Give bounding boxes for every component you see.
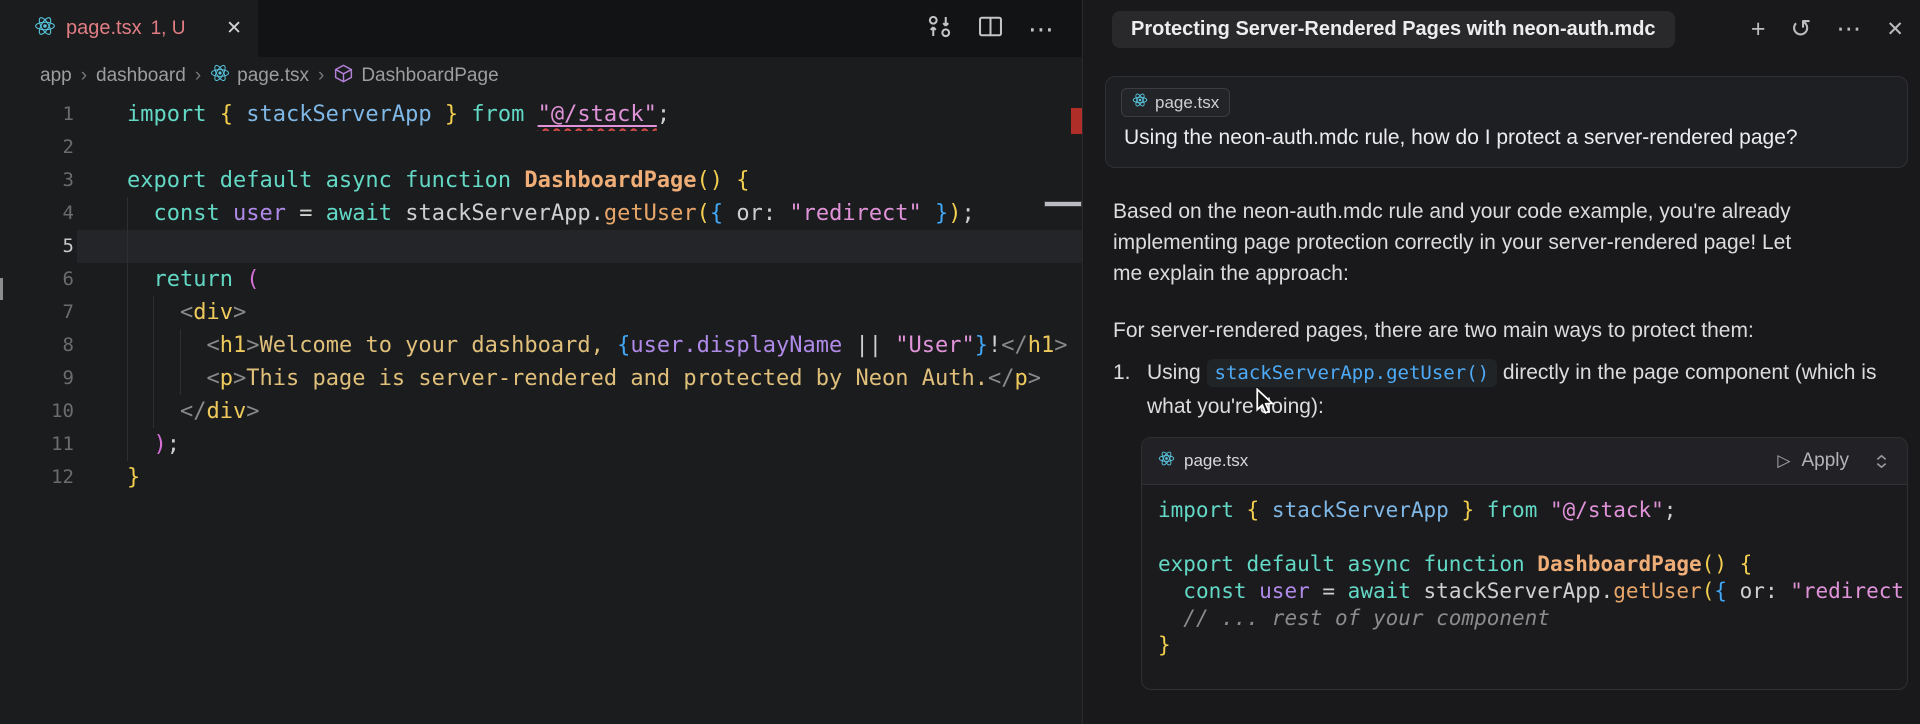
tab-problems-badge: 1, U — [151, 18, 186, 40]
line-number: 7 — [0, 296, 77, 329]
line-number: 12 — [0, 461, 77, 494]
code-line: // ... rest of your component — [1158, 605, 1907, 632]
code-line — [1158, 524, 1907, 551]
code-line[interactable]: 9 <p>This page is server-rendered and pr… — [0, 362, 1082, 395]
user-message-text: Using the neon-auth.mdc rule, how do I p… — [1124, 126, 1907, 150]
assistant-list-item: 1. Using stackServerApp.getUser() direct… — [1113, 356, 1889, 423]
assistant-paragraph: For server-rendered pages, there are two… — [1113, 315, 1754, 346]
code-line[interactable]: 2 — [0, 131, 1082, 164]
code-block-filename: page.tsx — [1184, 451, 1248, 471]
code-line[interactable]: 6 return ( — [0, 263, 1082, 296]
line-number: 4 — [0, 197, 77, 230]
react-icon — [1132, 92, 1148, 113]
code-line[interactable]: 5 — [0, 230, 1082, 263]
code-line[interactable]: 7 <div> — [0, 296, 1082, 329]
react-icon — [34, 15, 56, 42]
breadcrumb-app[interactable]: app — [40, 65, 72, 87]
code-line[interactable]: 10 </div> — [0, 395, 1082, 428]
editor-pane: page.tsx 1, U ✕ ⋯ app › dashboard › — [0, 0, 1082, 724]
more-actions-icon[interactable]: ⋯ — [1028, 16, 1054, 42]
overview-ruler-error-marker — [1071, 108, 1082, 134]
assistant-paragraph: Based on the neon-auth.mdc rule and your… — [1113, 196, 1808, 289]
tab-page-tsx[interactable]: page.tsx 1, U ✕ — [0, 0, 258, 57]
symbol-class-icon — [333, 63, 354, 90]
list-number: 1. — [1113, 356, 1147, 423]
mouse-cursor — [1254, 388, 1278, 421]
new-chat-icon[interactable]: + — [1751, 17, 1766, 42]
chat-code-block: page.tsx ▷ Apply import { stackServerApp… — [1141, 437, 1908, 690]
editor-left-notch — [0, 278, 3, 300]
chat-title[interactable]: Protecting Server-Rendered Pages with ne… — [1112, 11, 1675, 48]
context-file-chip[interactable]: page.tsx — [1121, 88, 1230, 117]
breadcrumb-file[interactable]: page.tsx — [210, 63, 309, 89]
history-icon[interactable]: ↺ — [1790, 17, 1811, 42]
line-number: 11 — [0, 428, 77, 461]
line-number: 9 — [0, 362, 77, 395]
line-number: 5 — [0, 230, 77, 263]
code-line[interactable]: 12} — [0, 461, 1082, 494]
tab-close-icon[interactable]: ✕ — [226, 17, 242, 40]
inline-code: stackServerApp.getUser() — [1207, 359, 1498, 387]
split-editor-icon[interactable] — [977, 13, 1004, 45]
code-line: import { stackServerApp } from "@/stack"… — [1158, 497, 1907, 524]
apply-button[interactable]: Apply — [1801, 450, 1849, 472]
breadcrumb-separator: › — [81, 65, 87, 87]
breadcrumb: app › dashboard › page.tsx › DashboardPa… — [0, 57, 1082, 95]
apply-play-icon[interactable]: ▷ — [1777, 451, 1790, 471]
code-line: export default async function DashboardP… — [1158, 551, 1907, 578]
more-options-icon[interactable]: ⋯ — [1836, 17, 1861, 42]
breadcrumb-separator: › — [318, 65, 324, 87]
code-line: } — [1158, 632, 1907, 659]
close-panel-icon[interactable]: ✕ — [1886, 17, 1904, 42]
code-block-body: import { stackServerApp } from "@/stack"… — [1142, 485, 1907, 659]
breadcrumb-dashboard[interactable]: dashboard — [96, 65, 186, 87]
code-line[interactable]: 8 <h1>Welcome to your dashboard, {user.d… — [0, 329, 1082, 362]
open-changes-icon[interactable] — [926, 13, 953, 45]
overview-ruler-cursor-marker — [1044, 201, 1082, 207]
chat-panel: Protecting Server-Rendered Pages with ne… — [1082, 0, 1920, 724]
chat-header: Protecting Server-Rendered Pages with ne… — [1083, 0, 1920, 58]
expand-collapse-icon[interactable] — [1872, 452, 1891, 471]
line-number: 6 — [0, 263, 77, 296]
line-number: 2 — [0, 131, 77, 164]
tab-label: page.tsx — [66, 17, 142, 40]
code-block-header: page.tsx ▷ Apply — [1142, 438, 1907, 485]
line-number: 10 — [0, 395, 77, 428]
chat-header-icons: + ↺ ⋯ ✕ — [1751, 0, 1904, 58]
user-message-card: page.tsx Using the neon-auth.mdc rule, h… — [1105, 76, 1908, 168]
react-icon — [210, 63, 230, 89]
line-number: 3 — [0, 164, 77, 197]
code-line[interactable]: 11 ); — [0, 428, 1082, 461]
line-number: 1 — [0, 98, 77, 131]
code-editor[interactable]: 1import { stackServerApp } from "@/stack… — [0, 98, 1082, 494]
code-line[interactable]: 4 const user = await stackServerApp.getU… — [0, 197, 1082, 230]
line-number: 8 — [0, 329, 77, 362]
tab-bar: page.tsx 1, U ✕ ⋯ — [0, 0, 1082, 57]
editor-toolbar: ⋯ — [926, 0, 1054, 57]
code-line: const user = await stackServerApp.getUse… — [1158, 578, 1907, 605]
code-line[interactable]: 1import { stackServerApp } from "@/stack… — [0, 98, 1082, 131]
breadcrumb-symbol[interactable]: DashboardPage — [333, 63, 498, 90]
react-icon — [1158, 450, 1175, 472]
code-line[interactable]: 3export default async function Dashboard… — [0, 164, 1082, 197]
breadcrumb-separator: › — [195, 65, 201, 87]
